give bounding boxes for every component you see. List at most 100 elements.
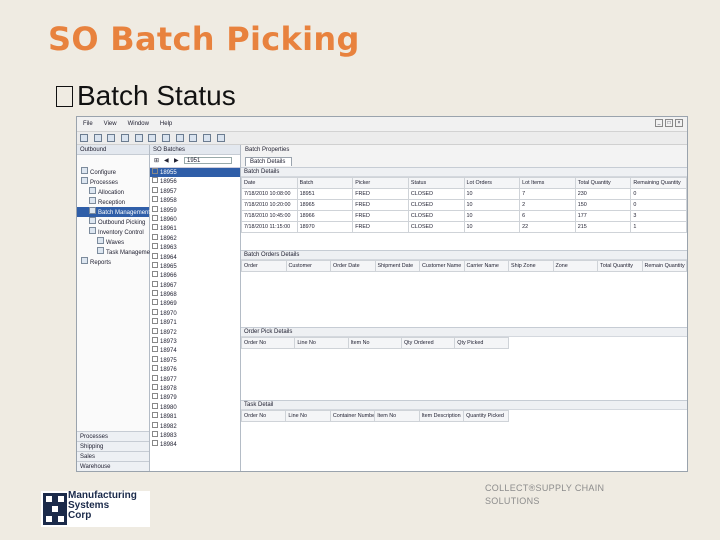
column-header[interactable]: Lot Items bbox=[519, 177, 576, 189]
table-row[interactable]: 7/18/2010 11:15:00 18970 FRED CLOSED 10 22 215… bbox=[241, 221, 687, 233]
batch-list-item[interactable]: 18956 bbox=[150, 177, 240, 186]
column-header[interactable]: Remain Quantity bbox=[641, 260, 687, 272]
column-header[interactable]: Item Description bbox=[418, 410, 465, 422]
batch-list-item[interactable]: 18955 bbox=[150, 168, 240, 178]
batch-list-item[interactable]: 18961 bbox=[150, 224, 240, 233]
batch-list-item[interactable]: 18984 bbox=[150, 440, 240, 449]
batch-list-item[interactable]: 18969 bbox=[150, 299, 240, 308]
batch-list-item[interactable]: 18970 bbox=[150, 308, 240, 318]
batch-list-item[interactable]: 18974 bbox=[150, 346, 240, 355]
batch-list-item[interactable]: 18976 bbox=[150, 365, 240, 374]
column-header[interactable]: Line No bbox=[294, 337, 349, 349]
copy-icon[interactable] bbox=[148, 134, 157, 142]
maximize-icon[interactable]: □ bbox=[665, 119, 673, 127]
batch-list-item[interactable]: 18971 bbox=[150, 318, 240, 327]
batch-list-item[interactable]: 18964 bbox=[150, 252, 240, 262]
column-header[interactable]: Qty Picked bbox=[454, 337, 509, 349]
column-header[interactable]: Batch bbox=[296, 177, 354, 189]
table-row[interactable]: 7/18/2010 10:45:00 18966 FRED CLOSED 10 6 177 3 bbox=[241, 210, 687, 222]
column-header[interactable]: Ship Zone bbox=[508, 260, 554, 272]
filter-icon[interactable]: ⊞ bbox=[154, 157, 159, 164]
column-header[interactable]: Customer bbox=[285, 260, 331, 272]
column-header[interactable]: Total Quantity bbox=[597, 260, 643, 272]
tree-item[interactable]: Processes bbox=[77, 177, 149, 187]
tree-item[interactable]: Reports bbox=[77, 257, 149, 267]
column-header[interactable]: Customer Name bbox=[419, 260, 465, 272]
batch-search-input[interactable]: 1951 bbox=[184, 157, 232, 164]
batch-list-item[interactable]: 18960 bbox=[150, 214, 240, 224]
batch-list-item[interactable]: 18973 bbox=[150, 337, 240, 346]
column-header[interactable]: Order bbox=[241, 260, 287, 272]
batch-list-item[interactable]: 18982 bbox=[150, 421, 240, 431]
minimize-icon[interactable]: _ bbox=[655, 119, 663, 127]
nav-button[interactable]: Warehouse bbox=[77, 461, 149, 471]
batch-list-item[interactable]: 18959 bbox=[150, 205, 240, 215]
column-header[interactable]: Qty Ordered bbox=[400, 337, 456, 349]
column-header[interactable]: Lot Orders bbox=[463, 177, 521, 189]
column-header[interactable]: Remaining Quantity bbox=[630, 177, 687, 189]
column-header[interactable]: Total Quantity bbox=[574, 177, 632, 189]
column-header[interactable]: Shipment Date bbox=[374, 260, 420, 272]
batch-list-item[interactable]: 18966 bbox=[150, 271, 240, 280]
column-header[interactable]: Line No bbox=[285, 410, 331, 422]
batch-list-item[interactable]: 18979 bbox=[150, 393, 240, 402]
menu-help[interactable]: Help bbox=[160, 121, 172, 127]
paste-icon[interactable] bbox=[162, 134, 171, 142]
column-header[interactable]: Zone bbox=[552, 260, 598, 272]
column-header[interactable]: Carrier Name bbox=[463, 260, 509, 272]
tree-item[interactable]: Batch Management bbox=[77, 207, 150, 217]
batch-list-item[interactable]: 18958 bbox=[150, 196, 240, 205]
print-icon[interactable] bbox=[121, 134, 130, 142]
tree-item[interactable]: Reception bbox=[77, 197, 149, 207]
column-header[interactable]: Order Date bbox=[330, 260, 376, 272]
tree-item[interactable]: Outbound Picking bbox=[77, 217, 149, 227]
tree-item[interactable]: Waves bbox=[77, 237, 149, 247]
menu-view[interactable]: View bbox=[104, 121, 117, 127]
prev-arrow-icon[interactable]: ◀ bbox=[164, 157, 169, 164]
batch-list-item[interactable]: 18967 bbox=[150, 280, 240, 290]
save-icon[interactable] bbox=[107, 134, 116, 142]
find-icon[interactable] bbox=[216, 134, 225, 142]
nav-button[interactable]: Processes bbox=[77, 431, 149, 441]
column-header[interactable]: Order No bbox=[240, 337, 296, 349]
column-header[interactable]: Order No bbox=[240, 410, 287, 422]
batch-list-item[interactable]: 18957 bbox=[150, 186, 240, 196]
cut-icon[interactable] bbox=[134, 134, 143, 142]
column-header[interactable]: Status bbox=[407, 177, 465, 189]
tree-item[interactable]: Allocation bbox=[77, 187, 149, 197]
batch-list-item[interactable]: 18980 bbox=[150, 402, 240, 412]
menu-file[interactable]: File bbox=[83, 121, 93, 127]
batch-list-item[interactable]: 18977 bbox=[150, 374, 240, 384]
batch-list-item[interactable]: 18983 bbox=[150, 430, 240, 440]
batch-list-item[interactable]: 18981 bbox=[150, 412, 240, 421]
open-icon[interactable] bbox=[93, 134, 102, 142]
close-icon[interactable]: × bbox=[675, 119, 683, 127]
table-row[interactable]: 7/18/2010 10:08:00 18951 FRED CLOSED 10 7 230 0 bbox=[241, 188, 687, 200]
new-icon[interactable] bbox=[80, 134, 88, 142]
batch-list-item[interactable]: 18965 bbox=[150, 261, 240, 271]
column-header[interactable]: Container Number bbox=[329, 410, 376, 422]
tree-item[interactable]: Inventory Control bbox=[77, 227, 149, 237]
refresh-icon[interactable] bbox=[189, 134, 198, 142]
tree-item[interactable]: Configure bbox=[77, 167, 149, 177]
column-header[interactable]: Date bbox=[241, 177, 298, 189]
column-header[interactable]: Item No bbox=[374, 410, 420, 422]
batch-list-item[interactable]: 18972 bbox=[150, 327, 240, 337]
menu-window[interactable]: Window bbox=[128, 121, 149, 127]
column-header[interactable]: Picker bbox=[352, 177, 409, 189]
tab-batch-details[interactable]: Batch Details bbox=[245, 157, 293, 166]
column-header[interactable]: Item No bbox=[347, 337, 402, 349]
stop-icon[interactable] bbox=[203, 134, 212, 142]
column-header[interactable]: Quantity Picked bbox=[463, 410, 509, 422]
batch-list-item[interactable]: 18962 bbox=[150, 233, 240, 243]
batch-list-item[interactable]: 18978 bbox=[150, 383, 240, 393]
batch-list-item[interactable]: 18963 bbox=[150, 243, 240, 252]
nav-button[interactable]: Shipping bbox=[77, 441, 149, 451]
next-arrow-icon[interactable]: ▶ bbox=[174, 157, 179, 164]
help-icon[interactable] bbox=[175, 134, 184, 142]
tree-item[interactable]: Task Management bbox=[77, 247, 155, 257]
table-row[interactable]: 7/18/2010 10:20:00 18965 FRED CLOSED 10 2 150 0 bbox=[241, 199, 687, 211]
nav-button[interactable]: Sales bbox=[77, 451, 149, 461]
batch-list-item[interactable]: 18975 bbox=[150, 355, 240, 365]
batch-list-item[interactable]: 18968 bbox=[150, 290, 240, 299]
